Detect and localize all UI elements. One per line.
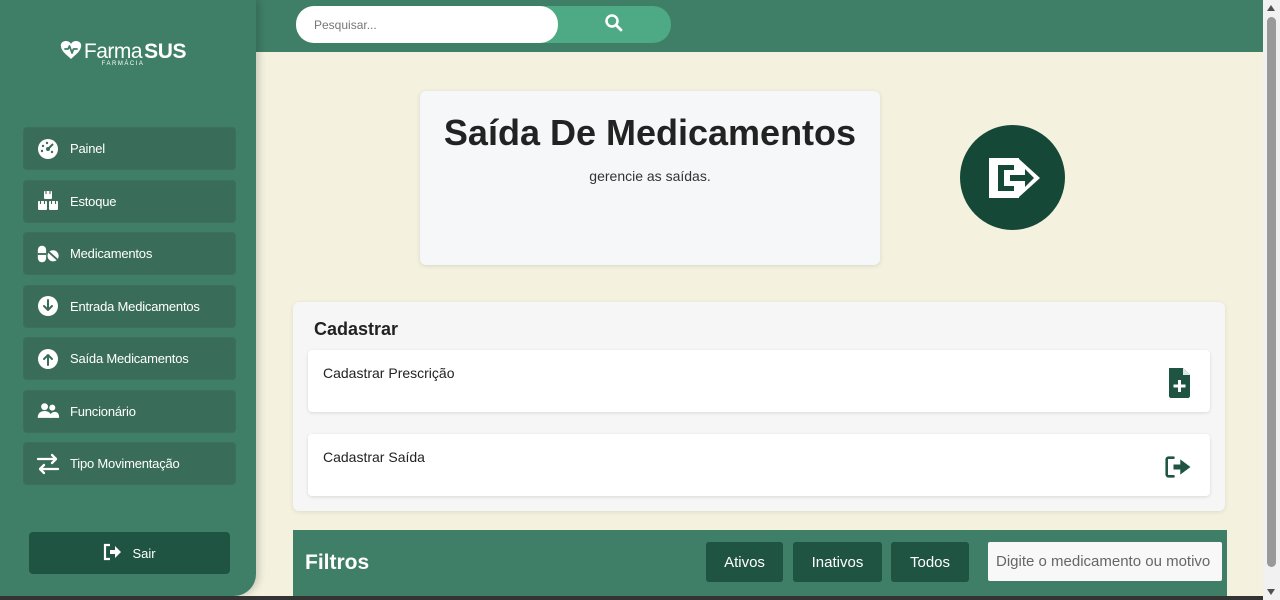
filter-search-input[interactable] [988,542,1222,581]
search-input[interactable] [296,6,558,43]
register-exit-card[interactable]: Cadastrar Saída [308,434,1210,496]
page-subtitle: gerencie as saídas. [589,168,711,184]
sidebar-item-funcionario[interactable]: Funcionário [23,389,236,433]
sidebar-item-label: Medicamentos [70,246,153,261]
heart-health-icon [60,40,82,65]
boxes-icon [36,189,60,213]
sidebar-item-label: Painel [70,141,105,156]
logout-button[interactable]: Sair [29,532,230,574]
brand-highlight: SUS [144,40,187,63]
filter-active-button[interactable]: Ativos [706,542,783,582]
sidebar-menu: Painel Estoque Medicamentos Entrada Medi… [23,127,236,495]
dashboard-icon [36,137,60,161]
page-header-card: Saída De Medicamentos gerencie as saídas… [420,91,880,265]
pills-icon [36,242,60,266]
swap-arrows-icon [36,452,60,476]
exit-icon [1165,450,1193,484]
vertical-scrollbar[interactable] [1263,0,1280,600]
filter-all-button[interactable]: Todos [891,542,969,582]
search-icon [604,13,624,38]
app-window: Farma SUS FARMÁCIA Painel Estoque Medica… [0,0,1280,600]
sidebar-item-medicamentos[interactable]: Medicamentos [23,232,236,275]
logout-label: Sair [132,545,156,561]
sidebar-item-label: Entrada Medicamentos [70,298,200,314]
file-plus-icon [1165,366,1193,400]
search-button[interactable] [596,13,632,37]
sidebar-item-label: Estoque [70,193,117,209]
sidebar-item-painel[interactable]: Painel [23,127,236,170]
page-title: Saída De Medicamentos [443,112,857,153]
sidebar-item-estoque[interactable]: Estoque [23,179,236,223]
sidebar-item-tipo-movimentacao[interactable]: Tipo Movimentação [23,442,236,485]
scroll-down-icon[interactable] [1267,589,1275,595]
sidebar-item-label: Tipo Movimentação [70,456,180,471]
register-title: Cadastrar [314,319,399,339]
register-prescription-card[interactable]: Cadastrar Prescrição [308,350,1210,412]
scroll-up-icon[interactable] [1267,5,1275,11]
brand-logo: Farma SUS FARMÁCIA [0,38,246,67]
register-panel: Cadastrar Cadastrar Prescrição Cadastrar… [293,302,1225,511]
arrow-up-circle-icon [36,347,60,371]
register-prescription-label: Cadastrar Prescrição [323,365,455,381]
arrow-down-circle-icon [36,294,60,318]
sidebar-item-entrada-medicamentos[interactable]: Entrada Medicamentos [23,284,236,328]
scroll-thumb[interactable] [1267,17,1276,567]
logout-icon [103,543,123,564]
filters-title: Filtros [305,551,370,574]
sidebar-item-label: Funcionário [70,403,136,419]
window-bottom-border [0,596,1263,600]
sidebar-item-label: Saída Medicamentos [70,351,189,366]
search-bar [296,6,671,43]
exit-icon [960,125,1065,230]
brand-subtitle: FARMÁCIA [101,61,145,67]
sidebar-item-saida-medicamentos[interactable]: Saída Medicamentos [23,337,236,380]
filter-inactive-button[interactable]: Inativos [793,542,882,582]
filters-bar: Filtros Ativos Inativos Todos [293,530,1227,600]
users-icon [36,399,60,423]
register-exit-label: Cadastrar Saída [323,449,425,465]
sidebar: Farma SUS FARMÁCIA Painel Estoque Medica… [0,0,256,596]
